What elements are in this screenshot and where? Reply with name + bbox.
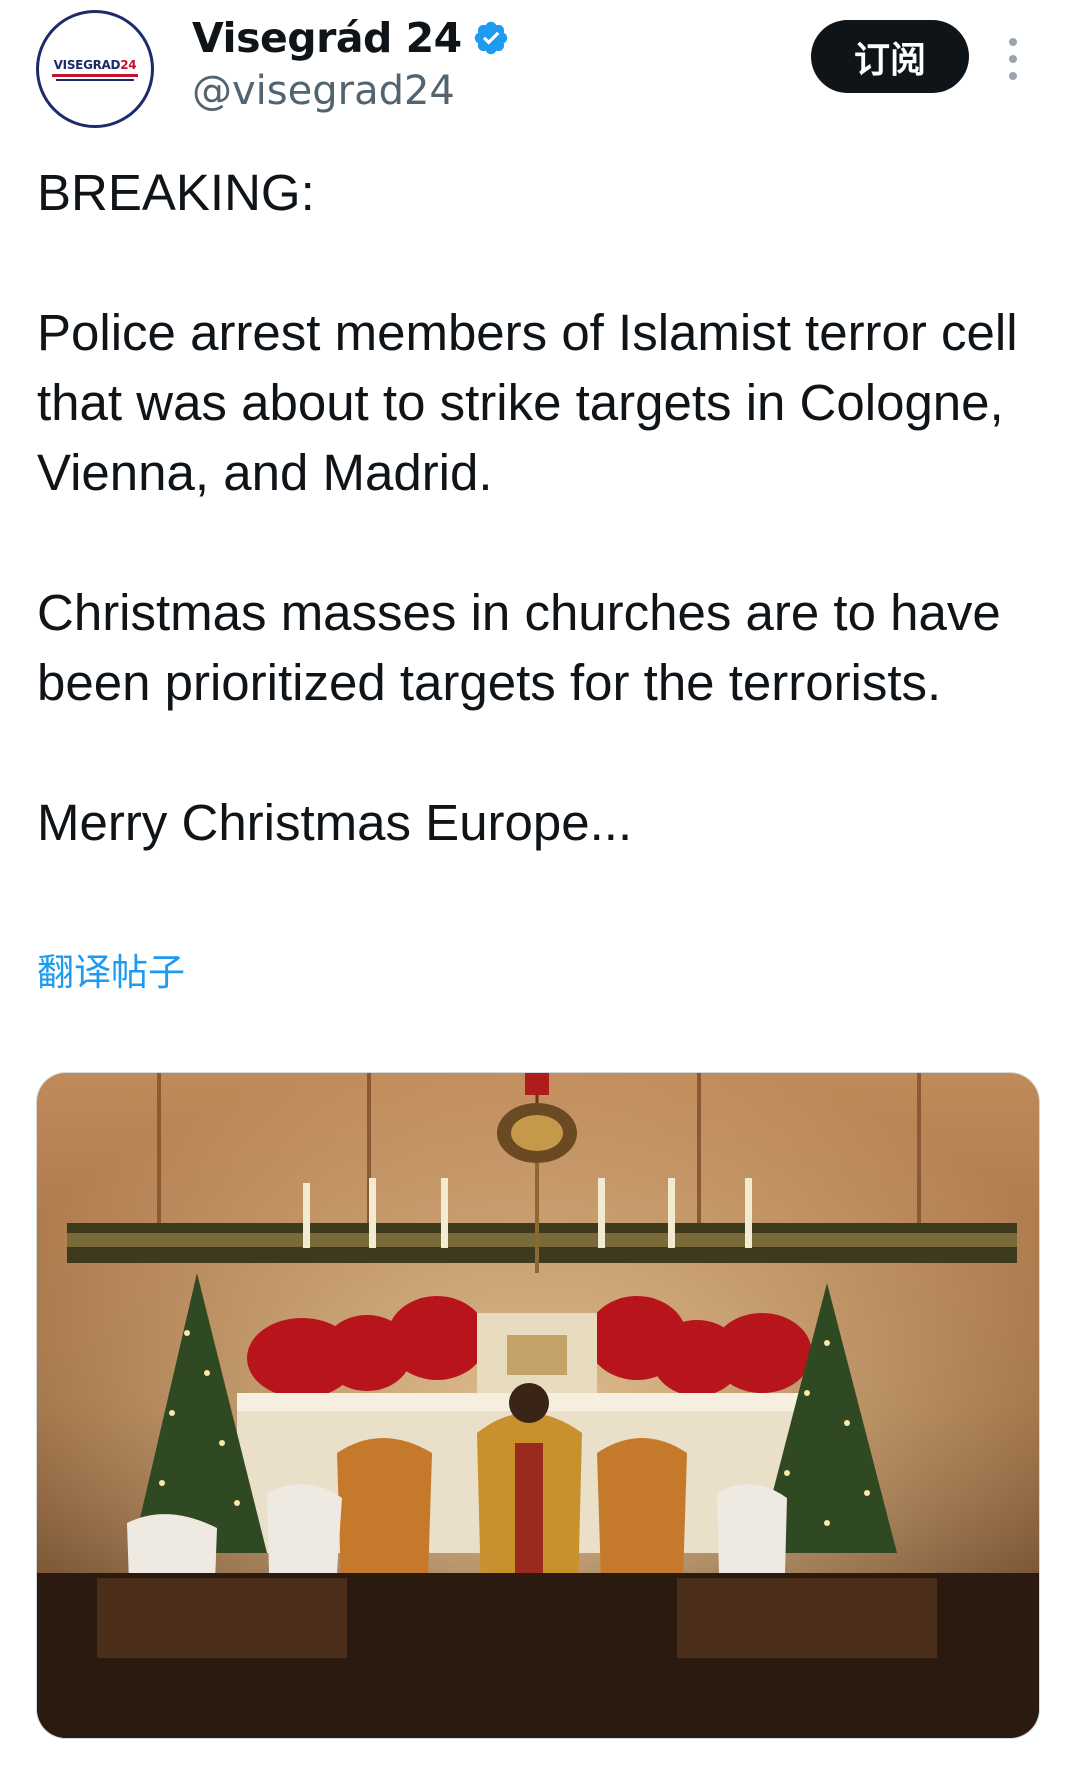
verified-badge-icon — [474, 21, 507, 55]
tweet-paragraph: Police arrest members of Islamist terror… — [37, 304, 1018, 501]
translate-post-link[interactable]: 翻译帖子 — [37, 942, 185, 996]
church-altar-image — [37, 1073, 1039, 1738]
tweet-paragraph: Christmas masses in churches are to have… — [37, 584, 1001, 711]
more-options-icon[interactable] — [1006, 38, 1020, 80]
avatar[interactable]: VISEGRAD24 — [36, 10, 154, 128]
tweet-media-image[interactable] — [36, 1072, 1040, 1739]
display-name[interactable]: Visegrád 24 — [192, 14, 462, 62]
tweet-paragraph: BREAKING: — [37, 164, 315, 221]
author-name-row: Visegrád 24 — [192, 14, 510, 62]
tweet-paragraph: Merry Christmas Europe... — [37, 794, 633, 851]
handle[interactable]: @visegrad24 — [192, 68, 455, 114]
avatar-logo: VISEGRAD24 — [46, 58, 144, 81]
tweet-text: BREAKING: Police arrest members of Islam… — [37, 158, 1047, 858]
subscribe-button[interactable]: 订阅 — [811, 20, 969, 93]
avatar-logo-text: VISEGRAD24 — [53, 57, 137, 72]
